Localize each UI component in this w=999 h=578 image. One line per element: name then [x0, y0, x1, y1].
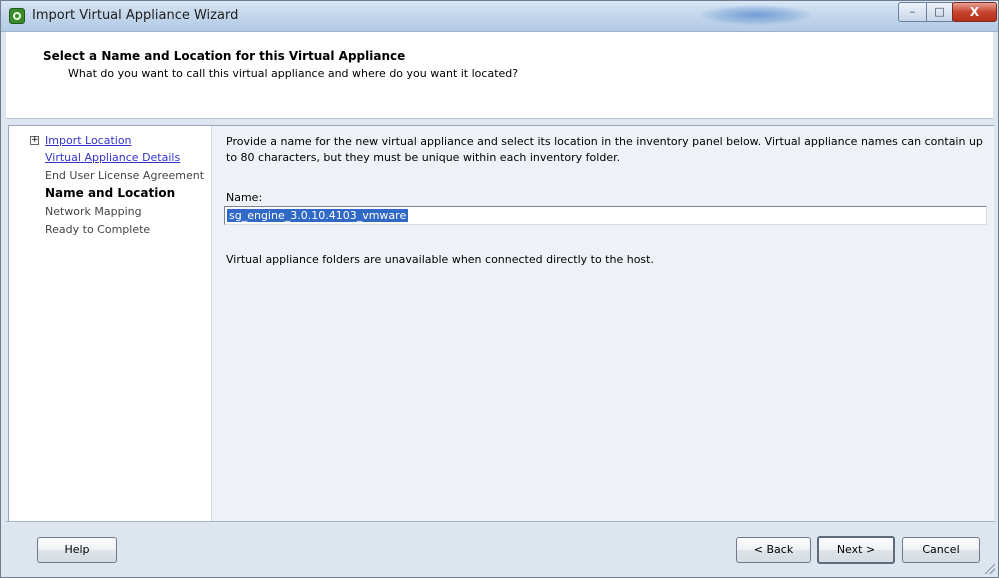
close-button[interactable]: X	[952, 2, 997, 22]
next-button[interactable]: Next >	[817, 536, 895, 564]
folder-unavailable-note: Virtual appliance folders are unavailabl…	[226, 253, 654, 266]
name-label: Name:	[226, 191, 263, 204]
page-subtitle: What do you want to call this virtual ap…	[68, 67, 519, 80]
expand-icon[interactable]: +	[30, 136, 39, 145]
name-input-value[interactable]: sg_engine_3.0.10.4103_vmware	[227, 209, 409, 222]
wizard-content: + Import Location Virtual Appliance Deta…	[8, 125, 994, 522]
minimize-button[interactable]: –	[898, 2, 927, 22]
title-bar[interactable]: Import Virtual Appliance Wizard – □ X	[1, 1, 998, 32]
window-title: Import Virtual Appliance Wizard	[32, 8, 239, 23]
wizard-window: Import Virtual Appliance Wizard – □ X Se…	[0, 0, 999, 578]
title-bar-glow	[701, 5, 811, 25]
back-button[interactable]: < Back	[736, 537, 811, 563]
vsphere-app-icon	[9, 8, 25, 24]
maximize-button[interactable]: □	[926, 2, 953, 22]
step-panel: Provide a name for the new virtual appli…	[212, 126, 994, 522]
wizard-header: Select a Name and Location for this Virt…	[6, 32, 993, 119]
step-name-and-location: Name and Location	[45, 186, 176, 200]
footer-divider	[6, 521, 995, 522]
page-title: Select a Name and Location for this Virt…	[43, 49, 406, 63]
step-description: Provide a name for the new virtual appli…	[226, 135, 983, 164]
cancel-button[interactable]: Cancel	[902, 537, 980, 563]
step-virtual-appliance-details[interactable]: Virtual Appliance Details	[45, 151, 180, 164]
wizard-steps-nav: + Import Location Virtual Appliance Deta…	[9, 126, 212, 522]
step-network-mapping: Network Mapping	[45, 205, 142, 218]
help-button[interactable]: Help	[37, 537, 117, 563]
step-import-location[interactable]: Import Location	[45, 134, 132, 147]
name-input[interactable]: sg_engine_3.0.10.4103_vmware	[224, 206, 987, 225]
step-end-user-license-agreement: End User License Agreement	[45, 169, 205, 182]
resize-grip-icon[interactable]	[983, 562, 995, 574]
step-ready-to-complete: Ready to Complete	[45, 223, 151, 236]
